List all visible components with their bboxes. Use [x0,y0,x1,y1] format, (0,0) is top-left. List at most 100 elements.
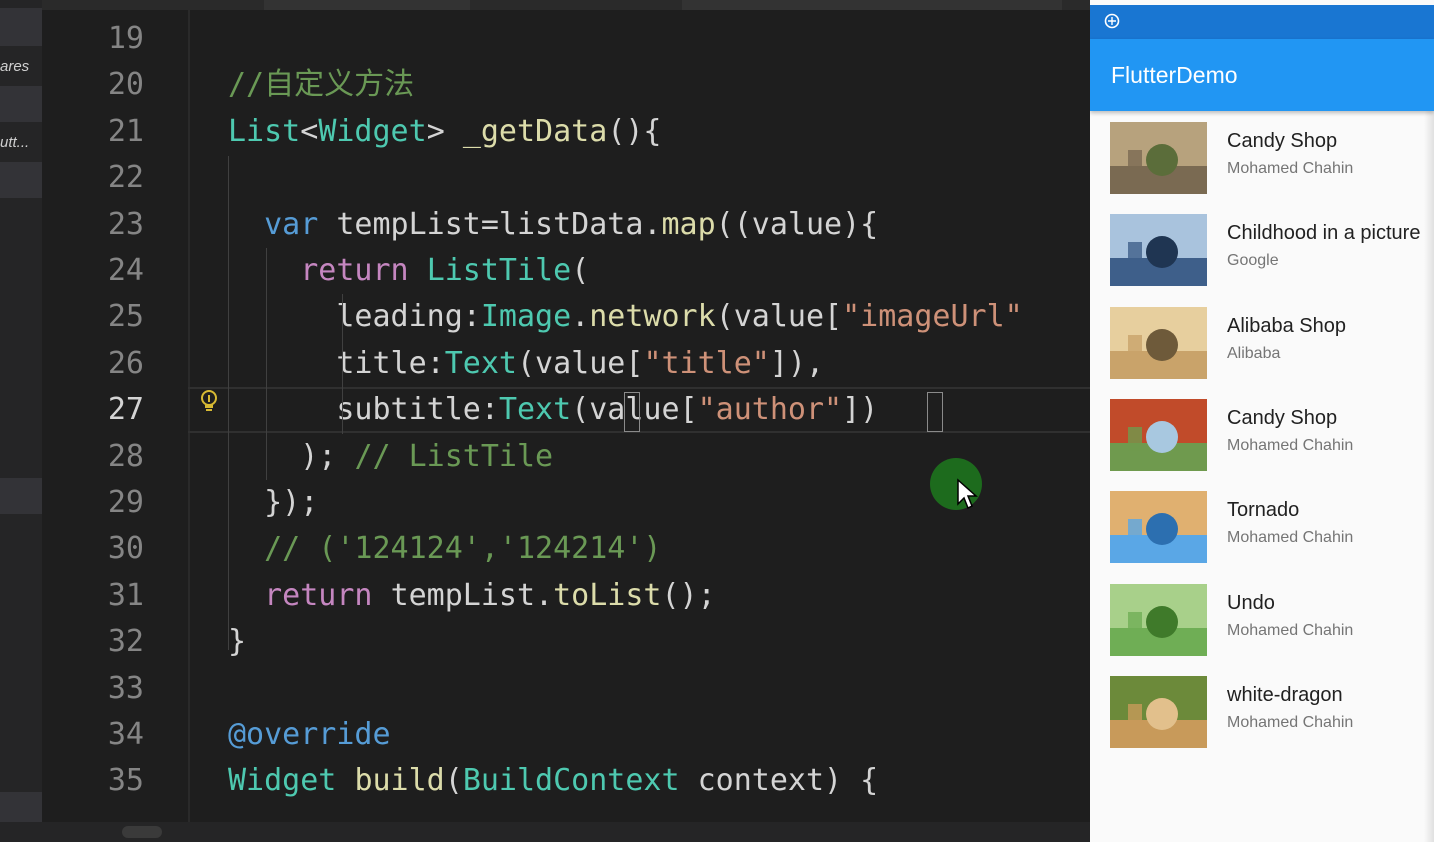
explorer-item[interactable] [0,792,42,822]
list-tile[interactable]: Undo Mohamed Chahin [1090,576,1434,668]
code-line[interactable]: 23 var tempList=listData.map((value){ [42,202,1090,248]
code-token: // ListTile [354,438,554,474]
list-tile[interactable]: Candy Shop Mohamed Chahin [1090,391,1434,483]
line-number: 26 [107,345,144,381]
list-tile-title: Alibaba Shop [1227,314,1346,337]
code-text[interactable]: subtitle:Text(value["author"]) [228,387,878,433]
list-tile-image [1110,306,1207,379]
code-line[interactable]: 32} [42,619,1090,665]
editor-tab[interactable] [682,0,1062,10]
list-tile-title: white-dragon [1227,683,1343,706]
code-text[interactable]: title:Text(value["title"]), [228,341,824,387]
code-token: //自定义方法 [228,67,415,103]
line-number: 24 [107,253,144,288]
code-token: } [228,624,247,660]
list-tile-title: Childhood in a picture [1227,222,1421,245]
line-number: 30 [107,531,144,567]
line-number: 33 [107,670,144,706]
lightbulb-icon[interactable] [200,389,218,415]
code-text[interactable]: ); // ListTile [228,434,553,480]
code-text[interactable]: //自定义方法 [228,62,414,108]
explorer-item-label[interactable]: utt... [0,134,29,151]
code-text[interactable]: var tempList=listData.map((value){ [228,202,878,248]
code-editor[interactable]: 19 20//自定义方法 21 List<Widget> _getData(){22 2… [42,0,1090,822]
line-number: 34 [107,717,144,752]
explorer-item[interactable] [0,162,42,198]
code-text[interactable]: @override [228,712,391,758]
code-token: @override [228,717,391,752]
code-text[interactable]: // ('124124','124214') [228,526,661,572]
code-line[interactable]: 26 title:Text(value["title"]), [42,341,1090,387]
code-line[interactable]: 21 List<Widget> _getData(){ [42,109,1090,155]
code-line[interactable]: 34 @override [42,712,1090,758]
code-token: < [300,113,319,149]
list-tile-image [1110,214,1207,287]
code-line[interactable]: 35 Widget build(BuildContext context) { [42,758,1090,804]
code-token: return [228,577,391,613]
line-number: 31 [107,577,144,613]
app-title: FlutterDemo [1111,62,1238,88]
app-emulator: FlutterDemo Candy Shop Mohamed Chahin Chil… [1090,0,1434,842]
line-number: 28 [107,438,144,474]
list-tile-subtitle: Mohamed Chahin [1227,713,1354,731]
list-tile-subtitle: Alibaba [1227,344,1281,362]
editor-tab[interactable] [264,0,470,10]
code-token: toList [553,577,662,613]
code-token: ( [571,253,590,288]
list-tile[interactable]: Tornado Mohamed Chahin [1090,483,1434,575]
code-token: Widget [228,763,355,799]
code-token: "imageUrl" [842,299,1023,335]
explorer-item[interactable] [0,478,42,514]
code-token: }); [228,485,319,520]
code-text[interactable]: Widget build(BuildContext context) { [228,758,878,804]
list-tile-title: Candy Shop [1227,130,1338,152]
code-line[interactable]: 24 return ListTile( [42,248,1090,294]
code-token: ListTile [426,253,572,288]
code-line[interactable]: 33 [42,666,1090,712]
code-token: ( [444,763,463,799]
code-text[interactable]: return ListTile( [228,248,589,294]
code-text[interactable]: return tempList.toList(); [228,573,716,619]
code-text[interactable]: } [228,619,246,665]
code-line[interactable]: 19 [42,16,1090,62]
editor-tab-bar [42,0,1090,10]
list-tile-title: Candy Shop [1227,406,1338,429]
line-number: 27 [107,392,144,428]
list-tile-subtitle: Mohamed Chahin [1227,160,1354,177]
horizontal-scrollbar[interactable] [42,822,1090,842]
indent-guide [228,156,229,650]
list-tile-image [1110,122,1207,194]
list-tile-image [1110,675,1207,748]
line-number: 25 [107,299,144,335]
code-line[interactable]: 22 [42,155,1090,201]
explorer-item[interactable] [0,86,42,122]
code-token: ((value){ [715,206,879,242]
explorer-item[interactable] [0,8,42,46]
line-number: 32 [107,624,144,660]
scrollbar-thumb[interactable] [122,826,162,838]
code-text[interactable]: leading:Image.network(value["imageUrl" [228,294,1023,340]
list-tile[interactable]: Alibaba Shop Alibaba [1090,299,1434,391]
list-tile-subtitle: Mohamed Chahin [1227,621,1354,639]
code-text[interactable]: List<Widget> _getData(){ [228,109,662,155]
code-token: Image [480,299,572,335]
debug-icon [1104,13,1120,29]
code-token: network [589,299,716,335]
list-tile[interactable]: Candy Shop Mohamed Chahin [1090,114,1434,206]
code-line[interactable]: 30 // ('124124','124214') [42,526,1090,572]
code-line[interactable]: 31 return tempList.toList(); [42,573,1090,619]
code-line[interactable]: 20 //自定义方法 [42,62,1090,108]
code-token: (){ [607,113,662,149]
line-number: 23 [107,206,144,242]
code-token: (value[ [517,345,644,381]
line-number: 35 [107,763,144,799]
code-text[interactable]: }); [228,480,318,526]
code-token: subtitle: [228,392,499,428]
code-line[interactable]: 25 leading:Image.network(value["imageUrl… [42,294,1090,340]
list-tile[interactable]: Childhood in a picture Google [1090,206,1434,298]
bracket-match-highlight [927,392,943,432]
list-tile[interactable]: white-dragon Mohamed Chahin [1090,668,1434,760]
code-token: List [228,113,301,149]
code-token: tempList=listData. [336,206,662,242]
explorer-item-label[interactable]: ares [0,58,29,75]
